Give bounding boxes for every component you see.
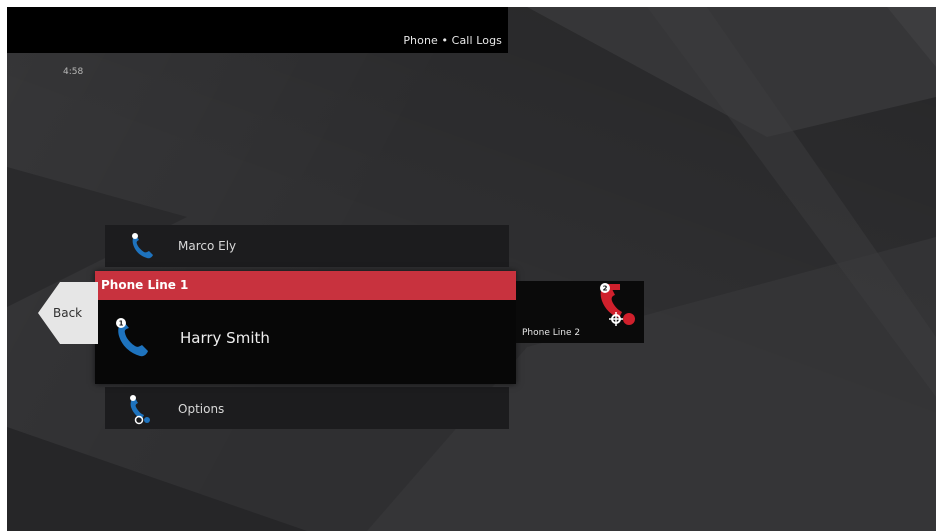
top-bar: Phone • Call Logs xyxy=(7,7,508,53)
phone-line-label: Phone Line 1 xyxy=(101,278,189,292)
selected-call-log-card[interactable]: Phone Line 1 1 Harry Smith xyxy=(95,271,516,384)
contact-name: Marco Ely xyxy=(178,239,237,253)
phone-line-header: Phone Line 1 xyxy=(95,271,516,300)
phone-line-2-tile[interactable]: 2 Phone Line 2 xyxy=(516,281,644,343)
breadcrumb-title: Phone • Call Logs xyxy=(403,34,502,47)
contact-name: Harry Smith xyxy=(180,329,270,347)
phone-line-2-label: Phone Line 2 xyxy=(522,328,581,338)
call-log-item-marco-ely[interactable]: Marco Ely xyxy=(105,225,509,267)
line-badge-number: 2 xyxy=(603,285,608,293)
blue-phone-handset-icon: 1 xyxy=(113,316,151,364)
red-phone-settings-icon: 2 xyxy=(592,281,640,331)
options-label: Options xyxy=(178,402,225,416)
clock: 4:58 xyxy=(63,67,84,77)
tv-screen: Phone • Call Logs 4:58 Marco Ely Options… xyxy=(7,7,936,531)
phone-settings-icon xyxy=(127,393,155,429)
line-badge-number: 1 xyxy=(119,320,124,328)
background-facets xyxy=(7,7,936,531)
back-button[interactable]: Back xyxy=(38,282,98,344)
blue-phone-handset-icon xyxy=(129,232,155,264)
options-item[interactable]: Options xyxy=(105,387,509,429)
back-label: Back xyxy=(53,306,83,320)
